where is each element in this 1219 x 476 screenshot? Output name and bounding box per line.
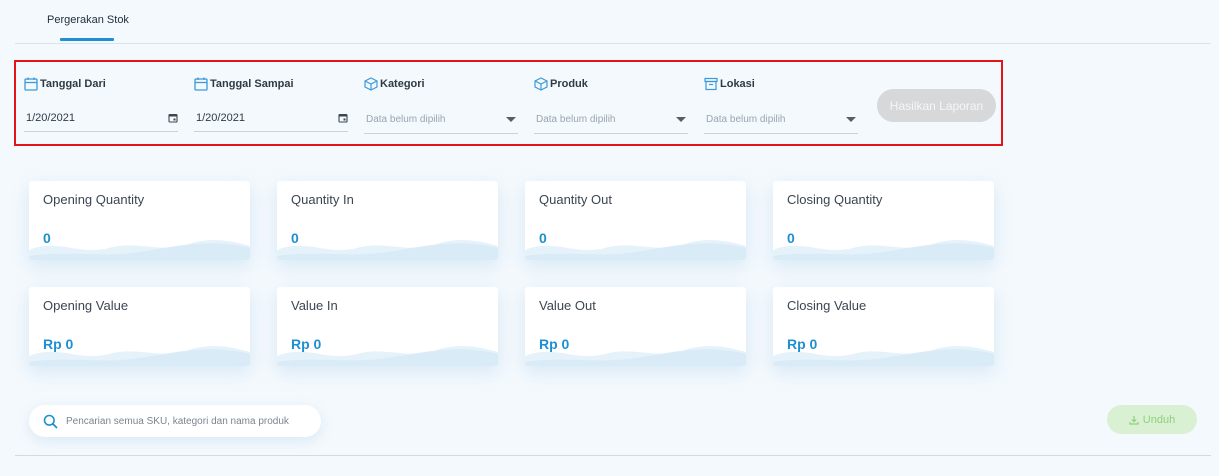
box-icon <box>534 77 548 91</box>
date-to-input[interactable]: 1/20/2021 <box>194 104 348 132</box>
card-value: Rp 0 <box>787 336 818 352</box>
card-title: Value In <box>291 298 338 313</box>
search-input[interactable] <box>66 415 306 427</box>
download-icon <box>1129 415 1139 425</box>
location-field: Lokasi Data belum dipilih <box>704 76 858 134</box>
search-bar <box>29 405 321 437</box>
product-field: Produk Data belum dipilih <box>534 76 688 134</box>
wave-decoration <box>277 240 498 260</box>
stock-movement-page: Pergerakan Stok Tanggal Dari 1/20/2021 T… <box>0 0 1219 476</box>
card-title: Opening Value <box>43 298 129 313</box>
card-value: 0 <box>291 230 299 246</box>
card-title: Closing Quantity <box>787 192 883 207</box>
calendar-icon <box>194 77 208 91</box>
card-value: 0 <box>43 230 51 246</box>
summary-card-opening-quantity: Opening Quantity 0 <box>29 181 250 260</box>
tab-stock-movement[interactable]: Pergerakan Stok <box>47 14 129 26</box>
card-value: 0 <box>787 230 795 246</box>
product-label: Produk <box>550 78 588 90</box>
card-value: Rp 0 <box>291 336 322 352</box>
chevron-down-icon[interactable] <box>676 117 686 122</box>
chevron-down-icon[interactable] <box>506 117 516 122</box>
summary-card-value-out: Value Out Rp 0 <box>525 287 746 366</box>
location-label: Lokasi <box>720 78 755 90</box>
divider <box>15 455 1211 456</box>
card-title: Quantity In <box>291 192 354 207</box>
date-to-value: 1/20/2021 <box>196 111 245 124</box>
chevron-down-icon[interactable] <box>846 117 856 122</box>
active-tab-indicator <box>60 38 114 41</box>
category-placeholder: Data belum dipilih <box>366 114 446 125</box>
product-placeholder: Data belum dipilih <box>536 114 616 125</box>
generate-report-button[interactable]: Hasilkan Laporan <box>877 89 996 122</box>
card-value: 0 <box>539 230 547 246</box>
download-label: Unduh <box>1142 413 1176 426</box>
card-title: Quantity Out <box>539 192 612 207</box>
calendar-picker-icon[interactable] <box>338 113 348 123</box>
date-to-field: Tanggal Sampai 1/20/2021 <box>194 76 348 132</box>
wave-decoration <box>525 240 746 260</box>
wave-decoration <box>29 240 250 260</box>
card-title: Value Out <box>539 298 596 313</box>
summary-card-quantity-out: Quantity Out 0 <box>525 181 746 260</box>
location-placeholder: Data belum dipilih <box>706 114 786 125</box>
category-select[interactable]: Data belum dipilih <box>364 106 518 134</box>
wave-decoration <box>773 240 994 260</box>
card-value: Rp 0 <box>43 336 74 352</box>
location-select[interactable]: Data belum dipilih <box>704 106 858 134</box>
date-from-value: 1/20/2021 <box>26 111 75 124</box>
calendar-picker-icon[interactable] <box>168 113 178 123</box>
card-value: Rp 0 <box>539 336 570 352</box>
product-select[interactable]: Data belum dipilih <box>534 106 688 134</box>
summary-card-closing-quantity: Closing Quantity 0 <box>773 181 994 260</box>
card-title: Opening Quantity <box>43 192 145 207</box>
date-from-label: Tanggal Dari <box>40 78 106 90</box>
summary-card-closing-value: Closing Value Rp 0 <box>773 287 994 366</box>
date-from-input[interactable]: 1/20/2021 <box>24 104 178 132</box>
box-icon <box>364 77 378 91</box>
category-label: Kategori <box>380 78 425 90</box>
search-icon <box>43 414 58 428</box>
card-title: Closing Value <box>787 298 867 313</box>
summary-card-value-in: Value In Rp 0 <box>277 287 498 366</box>
calendar-icon <box>24 77 38 91</box>
date-from-field: Tanggal Dari 1/20/2021 <box>24 76 178 132</box>
filter-bar: Tanggal Dari 1/20/2021 Tanggal Sampai 1/… <box>14 60 1003 146</box>
warehouse-icon <box>704 77 718 91</box>
tab-bar: Pergerakan Stok <box>15 0 1211 44</box>
summary-card-quantity-in: Quantity In 0 <box>277 181 498 260</box>
date-to-label: Tanggal Sampai <box>210 78 294 90</box>
category-field: Kategori Data belum dipilih <box>364 76 518 134</box>
download-button[interactable]: Unduh <box>1107 405 1197 434</box>
summary-card-opening-value: Opening Value Rp 0 <box>29 287 250 366</box>
